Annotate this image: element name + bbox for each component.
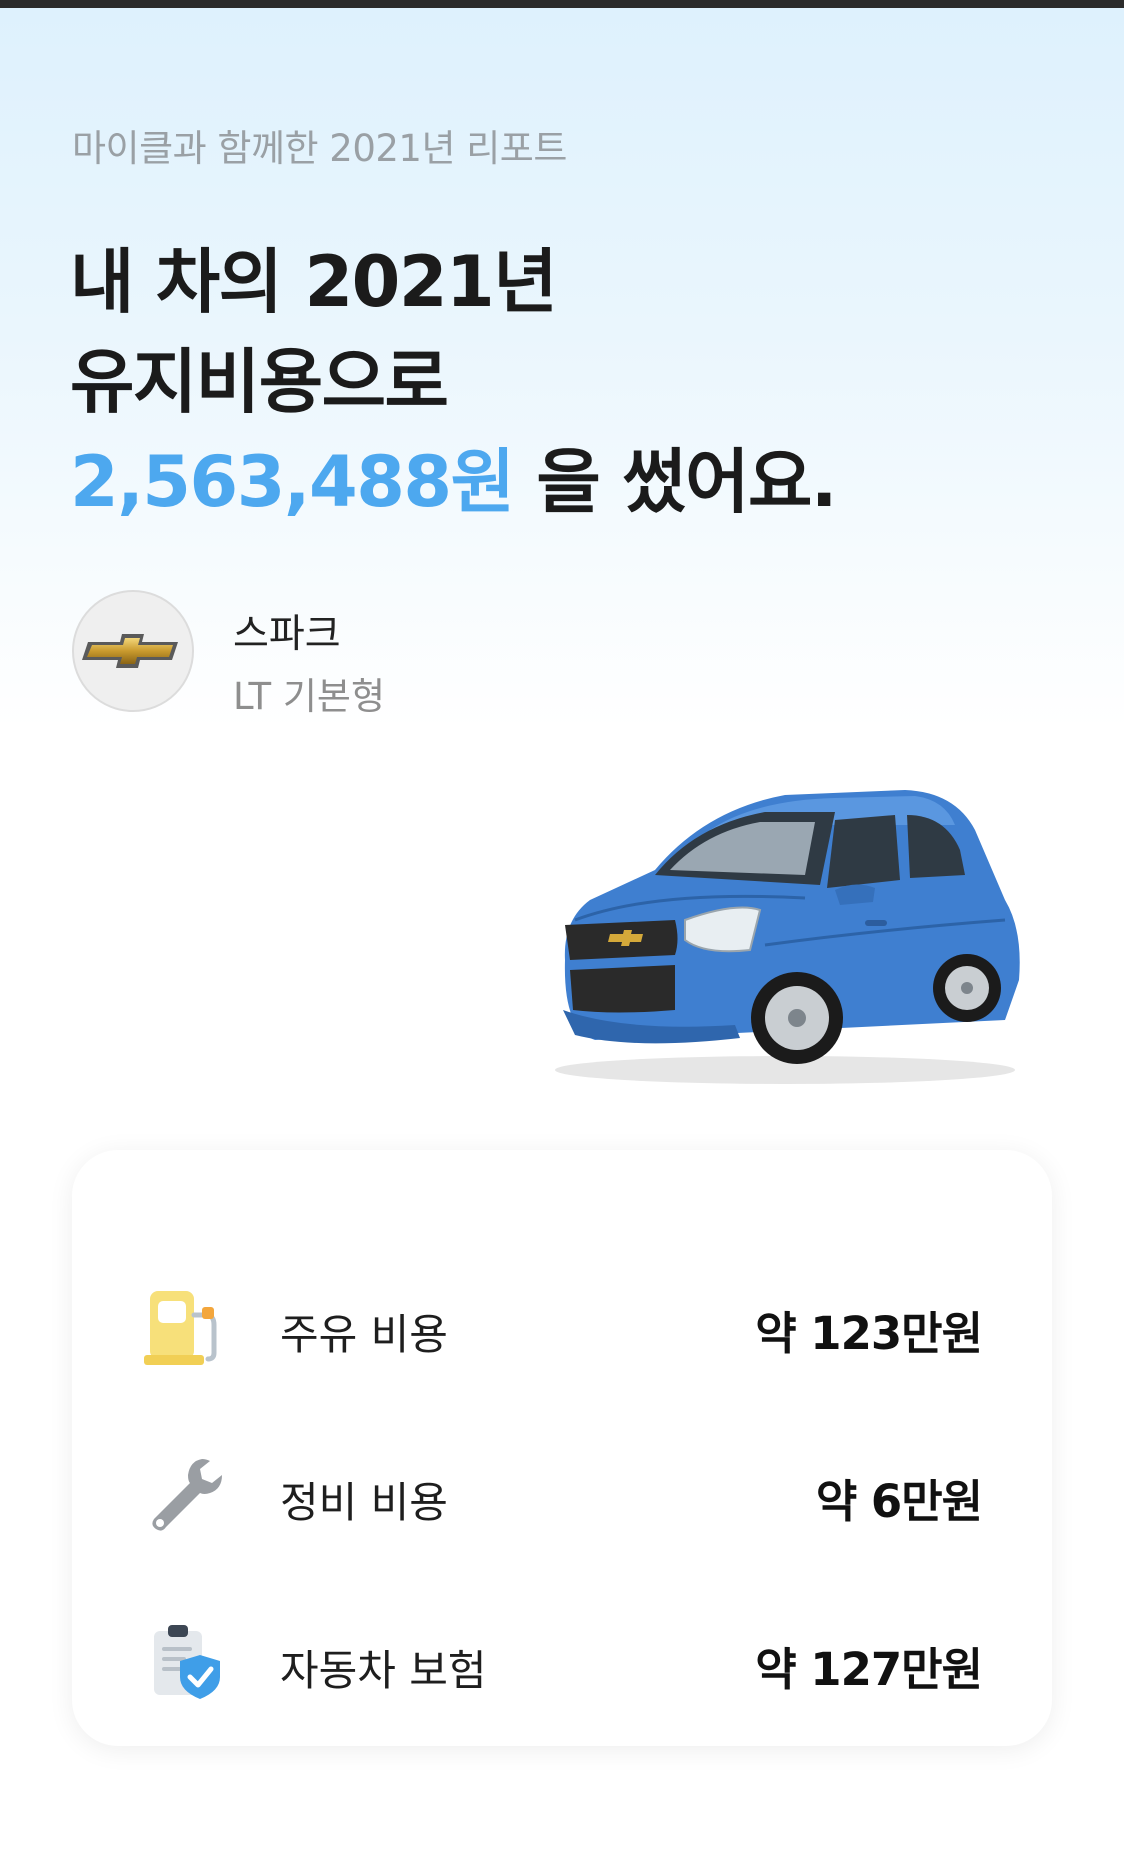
cost-label: 정비 비용 [280,1478,448,1527]
report-headline: 내 차의 2021년 유지비용으로 2,563,488원 을 썼어요. [70,232,837,532]
headline-suffix: 을 썼어요. [513,441,837,523]
report-subtitle: 마이클과 함께한 2021년 리포트 [72,127,567,170]
total-cost-amount: 2,563,488원 [70,441,515,523]
car-model-name: 스파크 [233,612,341,657]
fuel-pump-icon [144,1291,217,1365]
headline-line-3: 2,563,488원 을 썼어요. [70,432,837,532]
cost-row-maintenance[interactable]: 정비 비용 약 6만원 [72,1443,1052,1543]
cost-value: 약 127만원 [755,1643,983,1696]
insurance-shield-icon [154,1625,220,1699]
car-trim-name: LT 기본형 [233,675,386,718]
status-bar-edge [0,0,1124,8]
cost-row-fuel[interactable]: 주유 비용 약 123만원 [72,1275,1052,1375]
chevrolet-bowtie-icon [82,634,178,668]
brand-logo-badge [72,590,194,712]
cost-row-insurance[interactable]: 자동차 보험 약 127만원 [72,1611,1052,1711]
headline-line-2: 유지비용으로 [70,341,449,423]
cost-label: 자동차 보험 [280,1646,487,1695]
headline-line-1: 내 차의 2021년 [70,241,558,323]
car-image [555,790,1020,1084]
cost-value: 약 123만원 [755,1307,983,1360]
cost-label: 주유 비용 [280,1310,448,1359]
wrench-icon [152,1459,222,1531]
cost-summary-card: 주유 비용 약 123만원 정비 비용 약 6만원 자동차 보험 약 127만원 [72,1150,1052,1746]
cost-value: 약 6만원 [815,1475,983,1528]
